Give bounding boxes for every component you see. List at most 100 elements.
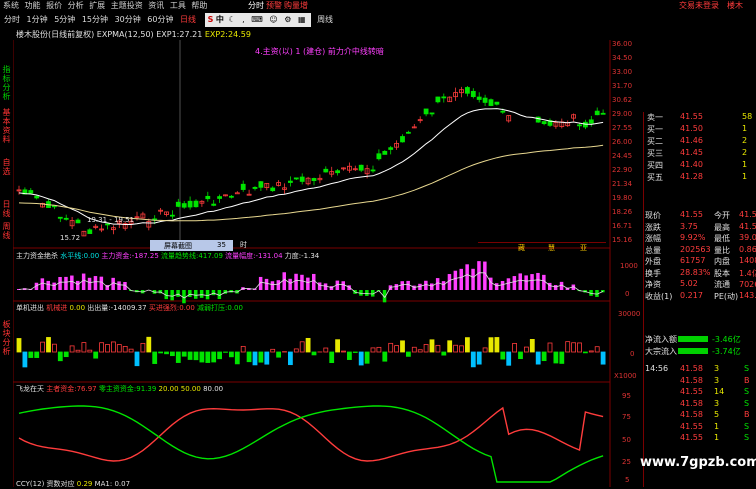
volume-bar	[353, 352, 357, 353]
candle-body	[430, 113, 434, 114]
volume-bar	[312, 352, 316, 355]
volume-bar	[123, 346, 127, 352]
volume-bar	[106, 344, 110, 352]
volume-bar	[383, 352, 387, 361]
exp2-value: 24.59	[228, 30, 251, 39]
ime-toolbar[interactable]: S 中 ☾ , ⌨ ☺ ⚙ ▦	[205, 13, 311, 27]
volume-bar	[111, 342, 115, 352]
volume-bar	[347, 352, 351, 360]
volume-bar	[176, 352, 180, 363]
period-daily[interactable]: 日线	[180, 13, 196, 27]
volume-bar	[406, 352, 410, 356]
menu-analysis[interactable]: 分析	[68, 0, 84, 12]
main-chart-svg[interactable]	[13, 40, 643, 487]
period-5min[interactable]: 5分钟	[54, 13, 75, 27]
panel3-item-label: 减弱打压:	[197, 304, 227, 312]
tick-price: 41.55	[680, 387, 703, 396]
tick-direction: S	[744, 387, 749, 396]
menu-volume[interactable]: 购量增	[284, 0, 308, 12]
menu-system[interactable]: 系统	[3, 0, 19, 12]
flow-label: 净流入额	[645, 334, 677, 345]
exp1-value: 27.21	[179, 30, 202, 39]
panel4-axis: 5	[625, 476, 629, 484]
stat-label: 内盘	[714, 256, 730, 267]
volume-bar	[294, 349, 298, 352]
panel3-axis-zero: 0	[630, 350, 634, 358]
volume-bar	[58, 352, 62, 361]
flow-bar	[88, 278, 92, 290]
stat-value: 61757	[680, 256, 705, 265]
volume-bar	[88, 350, 92, 352]
volume-bar	[460, 346, 464, 352]
panel3-item-value: 0.00	[179, 304, 195, 312]
volume-bar	[507, 352, 511, 365]
event-label-2[interactable]: 慧	[548, 243, 555, 253]
volume-bar	[265, 352, 269, 364]
panel3-item-label: 出出量:	[87, 304, 110, 312]
stock-name-short: 楼木	[727, 0, 743, 12]
volume-bar	[29, 352, 33, 358]
side-tab-indicator[interactable]: 指标分析	[0, 65, 13, 101]
menu-intraday[interactable]: 分时	[248, 0, 264, 12]
stat-label: 总量	[645, 245, 661, 256]
candle-body	[300, 177, 304, 181]
stat-label: PE(动)	[714, 291, 738, 302]
volume-bar	[377, 347, 381, 352]
side-tab-daily[interactable]: 日线	[0, 200, 13, 220]
menu-alert[interactable]: 预警	[266, 0, 282, 12]
candle-body	[271, 188, 275, 191]
price-tick: 18.26	[612, 208, 632, 216]
menu-help[interactable]: 帮助	[191, 0, 207, 12]
volume-bar	[170, 352, 174, 356]
event-label-3[interactable]: 亚	[580, 243, 587, 253]
volume-bar	[477, 352, 481, 364]
period-1min[interactable]: 1分钟	[27, 13, 48, 27]
user-icon: ☺	[269, 13, 277, 27]
side-tab-weekly[interactable]: 周线	[0, 222, 13, 242]
side-tab-sector[interactable]: 板块分析	[0, 320, 13, 370]
flow-bar	[554, 285, 558, 290]
flow-bar	[483, 262, 487, 290]
side-tab-watchlist[interactable]: 自选	[0, 158, 13, 182]
flow-bar	[442, 281, 446, 290]
tick-price: 41.58	[680, 410, 703, 419]
tick-volume: 1	[714, 422, 719, 431]
flow-bar	[513, 276, 517, 290]
menu-theme[interactable]: 主题投资	[111, 0, 143, 12]
price-tick: 31.70	[612, 82, 632, 90]
flow-bar	[64, 277, 68, 290]
candle-body	[58, 217, 62, 218]
stat-value: 0.217	[680, 291, 703, 300]
flow-bar	[194, 290, 198, 299]
screenshot-tooltip[interactable]: 屏幕截图 35	[150, 240, 233, 251]
event-label-1[interactable]: 藏	[518, 243, 525, 253]
login-status[interactable]: 交易未登录	[679, 0, 719, 12]
period-intraday[interactable]: 分时	[4, 13, 20, 27]
stat-value: 5.02	[680, 279, 698, 288]
candle-body	[194, 201, 198, 207]
tick-volume: 3	[714, 376, 719, 385]
flow-bar	[548, 283, 552, 290]
price-tick: 30.62	[612, 96, 632, 104]
tick-direction: B	[744, 376, 750, 385]
flow-bar	[312, 274, 316, 290]
menu-quote[interactable]: 报价	[46, 0, 62, 12]
menu-news[interactable]: 资讯	[148, 0, 164, 12]
indicator-name: EXPMA(12,50)	[97, 30, 154, 39]
menu-function[interactable]: 功能	[25, 0, 41, 12]
period-30min[interactable]: 30分钟	[115, 13, 141, 27]
flow-bar	[170, 290, 174, 300]
stat-value: 3.75	[680, 222, 698, 231]
volume-bar	[147, 337, 151, 352]
period-15min[interactable]: 15分钟	[82, 13, 108, 27]
tick-price: 41.58	[680, 376, 703, 385]
volume-bar	[241, 346, 245, 352]
panel4-axis: 75	[622, 413, 631, 421]
period-60min[interactable]: 60分钟	[147, 13, 173, 27]
period-weekly[interactable]: 周线	[317, 13, 333, 27]
menu-extend[interactable]: 扩展	[89, 0, 105, 12]
volume-bar	[253, 352, 257, 365]
volume-bar	[82, 343, 86, 352]
side-tab-profile[interactable]: 基本资料	[0, 108, 13, 148]
menu-tools[interactable]: 工具	[170, 0, 186, 12]
